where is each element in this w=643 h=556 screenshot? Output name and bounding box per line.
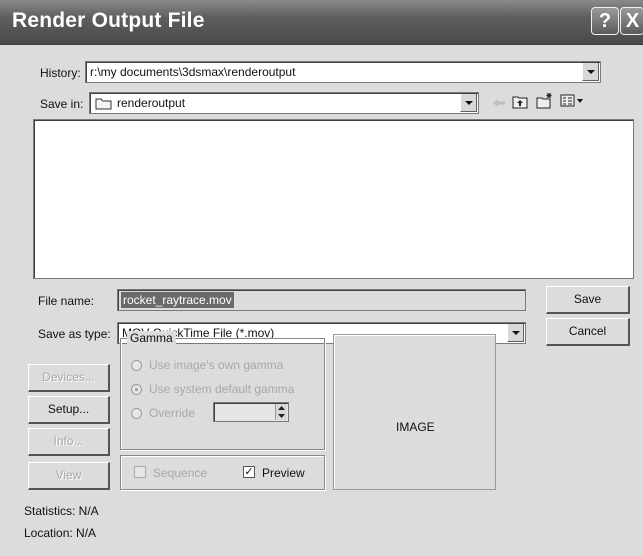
save-in-value: renderoutput (117, 96, 186, 110)
image-preview-area: IMAGE (333, 334, 496, 490)
info-button[interactable]: Info... (28, 428, 110, 456)
gamma-option-own-label: Use image's own gamma (149, 358, 284, 372)
file-name-value: rocket_raytrace.mov (121, 292, 234, 308)
preview-label: Preview (262, 466, 305, 480)
view-menu-icon[interactable] (560, 94, 584, 113)
up-folder-icon[interactable] (512, 94, 528, 114)
back-arrow-icon[interactable] (492, 96, 506, 114)
close-button[interactable]: X (620, 7, 643, 35)
dialog-title: Render Output File (12, 9, 205, 32)
save-as-type-label: Save as type: (38, 327, 111, 341)
chevron-down-icon[interactable] (507, 324, 524, 342)
save-in-label: Save in: (40, 97, 84, 111)
gamma-radio-override[interactable] (131, 408, 142, 419)
gamma-option-override-label: Override (149, 406, 196, 420)
title-bar: Render Output File ? X (0, 0, 643, 45)
save-in-dropdown[interactable]: renderoutput (89, 92, 479, 114)
devices-button[interactable]: Devices... (28, 364, 110, 392)
history-dropdown[interactable]: r:\my documents\3dsmax\renderoutput (85, 61, 601, 83)
view-button[interactable]: View (28, 462, 110, 490)
gamma-radio-system[interactable] (131, 384, 142, 395)
save-button[interactable]: Save (546, 286, 630, 314)
sequence-checkbox[interactable] (134, 466, 146, 478)
gamma-override-spinner[interactable] (213, 402, 289, 422)
history-label: History: (40, 66, 81, 80)
render-output-file-dialog: Render Output File ? X History: r:\my do… (0, 0, 643, 556)
cancel-button[interactable]: Cancel (546, 318, 630, 346)
preview-checkbox[interactable]: ✓ (243, 466, 255, 478)
folder-icon (95, 97, 113, 113)
spinner-arrows-icon[interactable] (275, 404, 287, 420)
file-list[interactable] (33, 119, 634, 279)
history-value: r:\my documents\3dsmax\renderoutput (90, 65, 296, 79)
new-folder-icon[interactable] (536, 92, 554, 114)
setup-button[interactable]: Setup... (28, 396, 110, 424)
file-name-field[interactable]: rocket_raytrace.mov (117, 289, 526, 311)
location-text: Location: N/A (24, 526, 97, 540)
gamma-group-title: Gamma (127, 331, 176, 345)
chevron-down-icon[interactable] (582, 63, 599, 81)
file-name-label: File name: (38, 294, 95, 308)
sequence-label: Sequence (153, 466, 208, 480)
image-placeholder-label: IMAGE (396, 420, 435, 434)
chevron-down-icon[interactable] (460, 94, 477, 112)
statistics-text: Statistics: N/A (24, 504, 99, 518)
gamma-option-system-label: Use system default gamma (149, 382, 295, 396)
gamma-radio-own[interactable] (131, 360, 142, 371)
help-button[interactable]: ? (591, 7, 619, 35)
